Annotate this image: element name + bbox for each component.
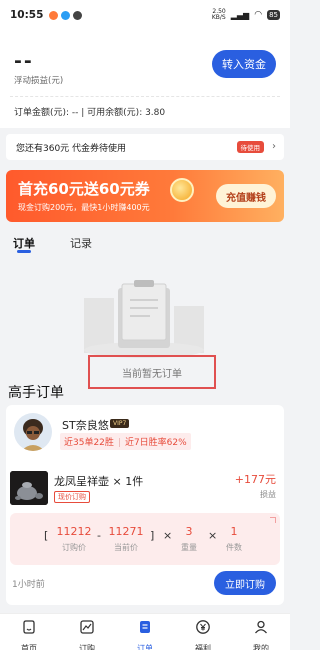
nav-label: 订单: [137, 644, 153, 650]
nav-item-orders[interactable]: 订单: [116, 614, 174, 650]
avatar[interactable]: [14, 413, 52, 451]
trader-win-rate: 近7日胜率62%: [124, 438, 187, 448]
recharge-button[interactable]: 充值赚钱: [216, 184, 276, 208]
signal-icon: ▂▄▆: [230, 10, 250, 20]
current-price-value: 11271: [108, 525, 144, 538]
floating-pnl-value: --: [14, 50, 34, 72]
weight-label: 重量: [181, 543, 197, 552]
app-notification-icon: [49, 10, 59, 20]
account-header: -- 浮动损益(元) 转入资金 订单金额(元): -- | 可用余额(元): 3…: [0, 30, 290, 128]
order-time: 1小时前: [12, 580, 45, 590]
trader-name: ST奈良悠: [62, 419, 109, 432]
nav-label: 首页: [21, 644, 37, 650]
battery-icon: 85: [267, 10, 280, 20]
tab-records[interactable]: 记录: [70, 235, 92, 251]
qty-label: 件数: [226, 543, 242, 552]
nav-item-welfare[interactable]: 福利: [174, 614, 232, 650]
nav-item-me[interactable]: 我的: [232, 614, 290, 650]
buy-now-button[interactable]: 立即订购: [214, 571, 276, 595]
open-bracket: [: [44, 529, 49, 542]
transfer-funds-button[interactable]: 转入资金: [212, 50, 276, 78]
banner-subtitle: 现金订购200元，最快1小时赚400元: [18, 203, 150, 212]
qty-value: 1: [230, 525, 238, 538]
coupon-tag: 待使用: [236, 141, 264, 153]
tab-orders[interactable]: 订单: [13, 235, 35, 251]
close-bracket: ]: [150, 529, 155, 542]
empty-orders-illustration: [84, 280, 204, 358]
pnl-calculation: [ 11212 订购价 - 11271 当前价 ] × 3 重量 × 1 件数: [10, 513, 280, 565]
order-price-label: 订购价: [62, 543, 86, 552]
balance-row: 订单金额(元): -- | 可用余额(元): 3.80: [14, 108, 166, 118]
order-icon: [140, 621, 150, 633]
pnl-value: +177元: [234, 473, 276, 486]
coupon-bar[interactable]: 您还有360元 代金券待使用 待使用 ›: [6, 134, 284, 160]
expert-orders-title: 高手订单: [8, 385, 64, 401]
floating-pnl-label: 浮动损益(元): [14, 76, 64, 86]
multiply-sign: ×: [208, 529, 218, 542]
weight-value: 3: [185, 525, 193, 538]
current-price-label: 当前价: [114, 543, 138, 552]
nav-label: 我的: [253, 644, 269, 650]
bottom-nav: 首页 订购 订单 福利 我的: [0, 613, 290, 650]
nav-item-home[interactable]: 首页: [0, 614, 58, 650]
status-bar: 10:55 2.50 KB/S ▂▄▆ ◠ 85: [0, 0, 290, 30]
tab-indicator: [17, 250, 31, 253]
status-right: 2.50 KB/S ▂▄▆ ◠ 85: [212, 9, 280, 21]
product-name: 龙凤呈祥壶 × 1件: [54, 475, 144, 488]
trader-record: 近35单22胜: [64, 438, 114, 448]
app-notification-icon: [61, 10, 71, 20]
home-icon: [23, 620, 35, 634]
status-time: 10:55: [10, 9, 44, 21]
multiply-sign: ×: [163, 529, 173, 542]
empty-orders-text: 当前暂无订单: [122, 368, 182, 380]
yen-icon: [196, 620, 210, 634]
nav-label: 福利: [195, 644, 211, 650]
nav-label: 订购: [79, 644, 95, 650]
vip-badge: VIP7: [110, 419, 130, 428]
chevron-right-icon: ›: [272, 141, 276, 152]
empty-orders-message: 当前暂无订单: [88, 355, 216, 389]
pnl-label: 损益: [260, 490, 276, 499]
chart-icon: [80, 620, 94, 634]
order-price-value: 11212: [56, 525, 92, 538]
order-tabs: 订单 记录: [0, 228, 290, 260]
network-speed: 2.50 KB/S: [211, 8, 226, 21]
coin-icon: [170, 178, 194, 202]
product-image: [10, 471, 48, 505]
divider: [10, 96, 280, 97]
coupon-text: 您还有360元 代金券待使用: [16, 143, 127, 154]
trader-stats: 近35单22胜 | 近7日胜率62%: [60, 433, 191, 450]
nav-item-trade[interactable]: 订购: [58, 614, 116, 650]
notification-icons: [49, 10, 83, 20]
app-notification-icon: [73, 10, 83, 20]
order-type-tag: 现价订购: [54, 491, 90, 503]
corner-decoration: [270, 517, 276, 523]
banner-title: 首充60元送60元券: [18, 180, 150, 198]
user-icon: [255, 620, 267, 634]
avatar-image: [14, 413, 52, 451]
wifi-icon: ◠: [254, 10, 263, 20]
promo-banner[interactable]: 首充60元送60元券 现金订购200元，最快1小时赚400元 充值赚钱: [6, 170, 284, 222]
expert-order-card: ST奈良悠 VIP7 近35单22胜 | 近7日胜率62% 龙凤呈祥壶 × 1件 现…: [6, 405, 284, 605]
minus-sign: -: [97, 529, 101, 542]
